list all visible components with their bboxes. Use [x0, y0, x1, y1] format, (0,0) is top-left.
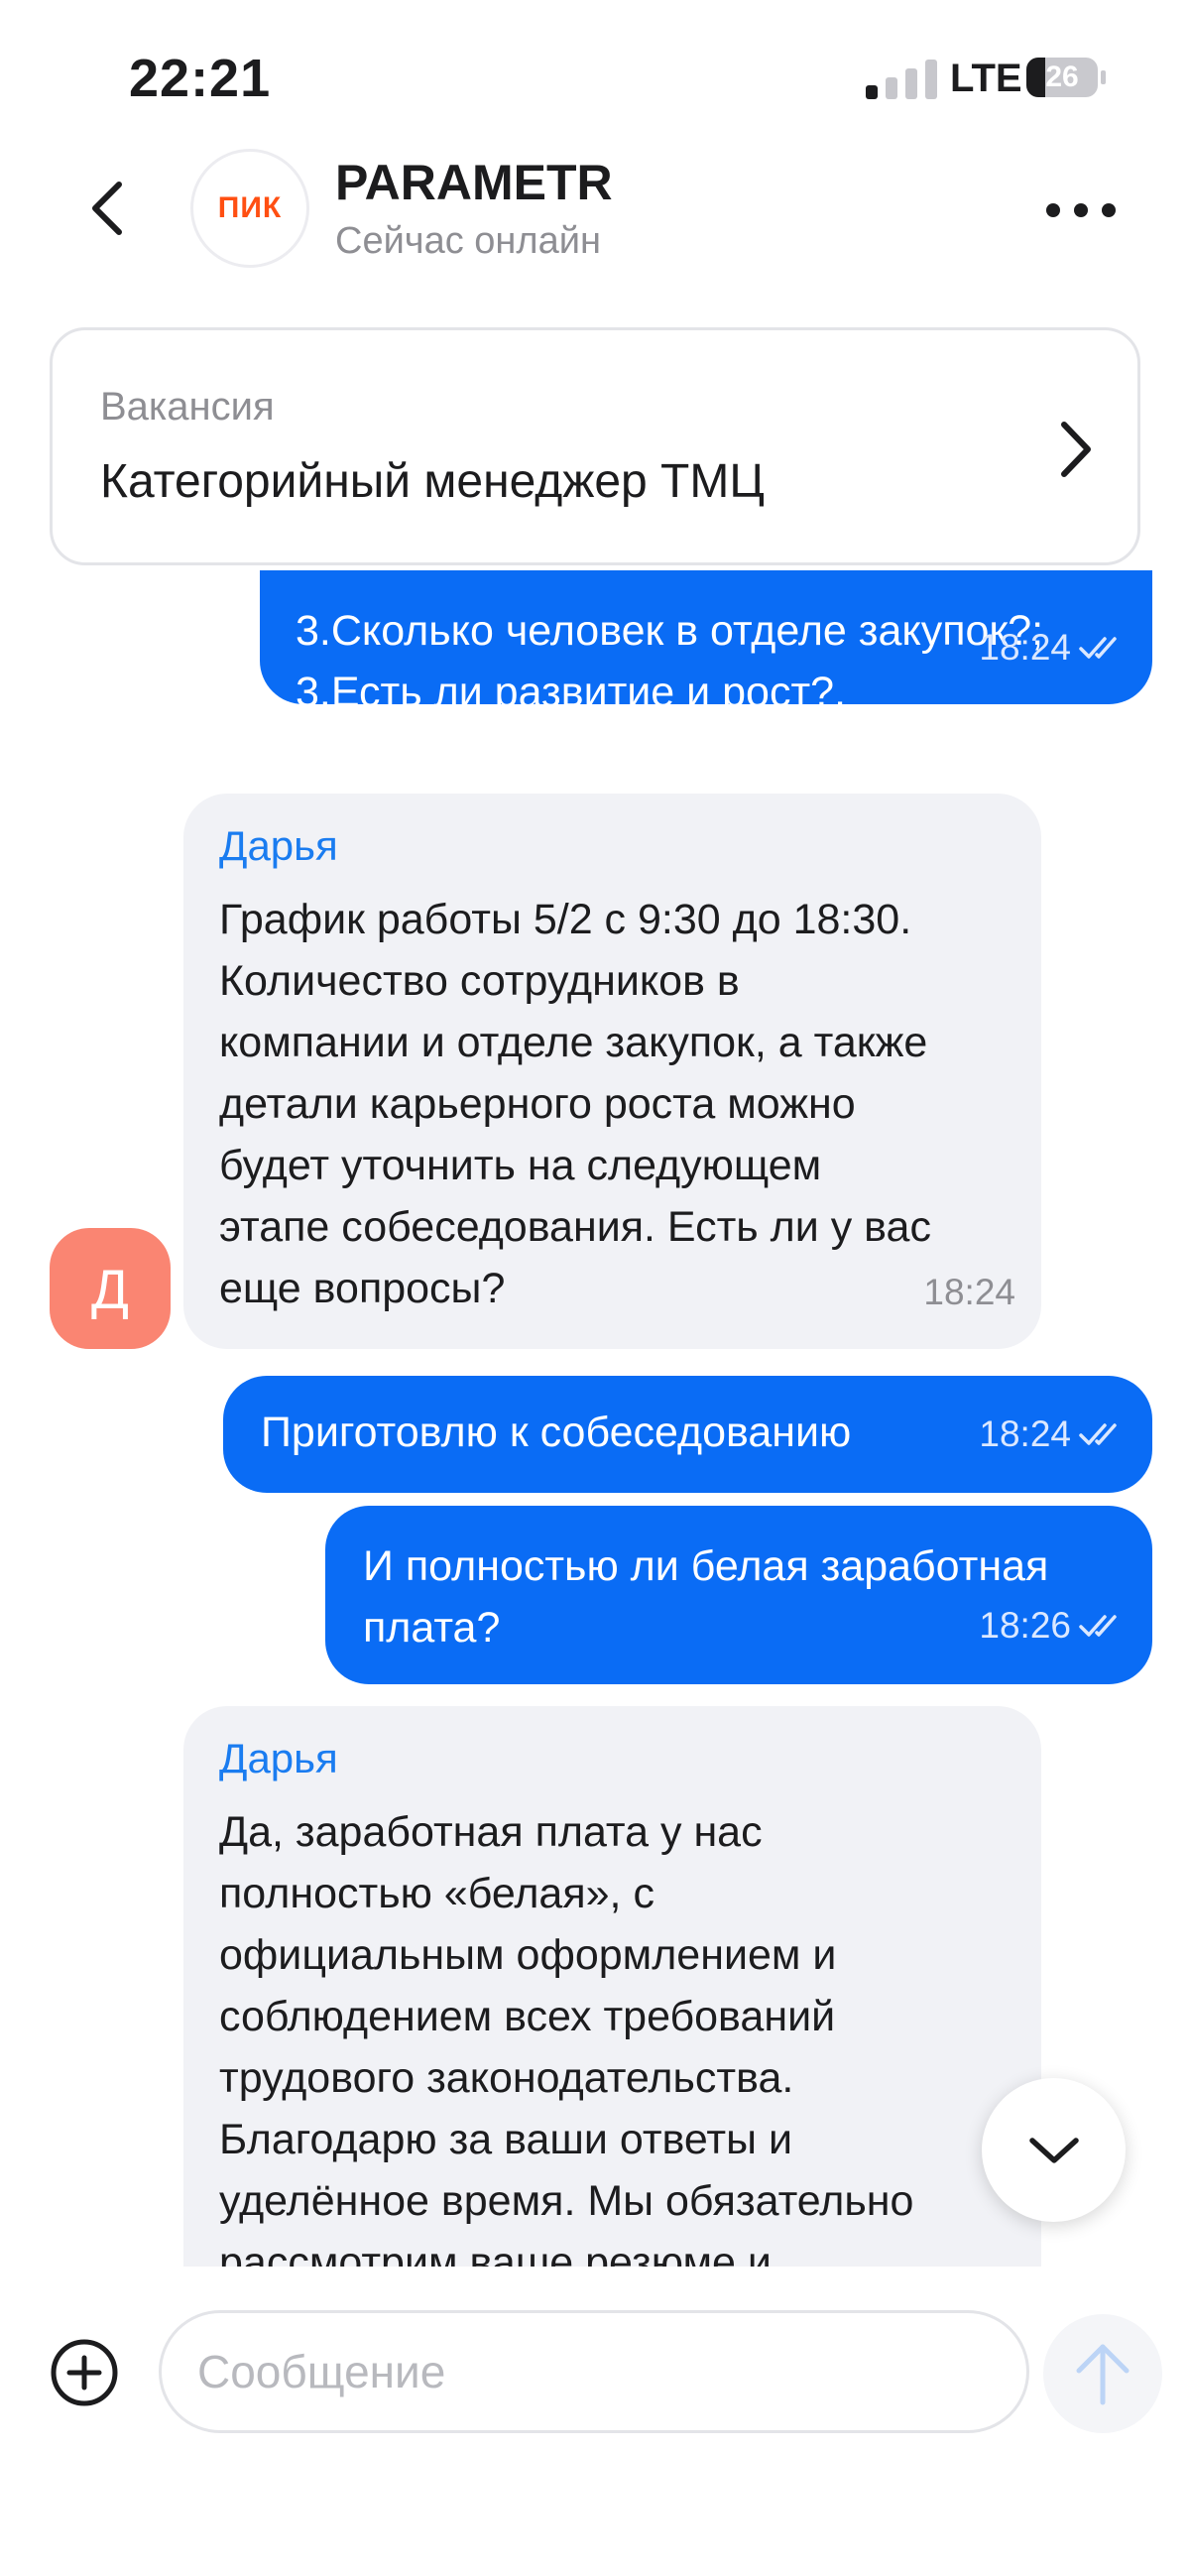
send-button[interactable] [1043, 2314, 1162, 2433]
message-outgoing[interactable]: 3.Сколько человек в отделе закупок?; 3.Е… [260, 570, 1152, 716]
vacancy-label: Вакансия [100, 385, 275, 429]
message-sender: Дарья [219, 1735, 338, 1781]
double-check-icon [1079, 1423, 1117, 1445]
scroll-down-button[interactable] [982, 2078, 1126, 2222]
company-avatar[interactable]: ПИК [190, 149, 309, 268]
message-list[interactable]: 3.Сколько человек в отделе закупок?; 3.Е… [0, 570, 1190, 2267]
message-incoming[interactable]: Дарья Да, заработная плата у нас полност… [183, 1706, 1041, 2267]
plus-circle-icon [51, 2339, 118, 2406]
message-incoming[interactable]: Дарья График работы 5/2 с 9:30 до 18:30.… [183, 794, 1041, 1349]
message-time: 18:24 [979, 627, 1071, 668]
status-time: 22:21 [129, 49, 272, 108]
status-bar: 22:21 LTE 26 [0, 0, 1190, 149]
vacancy-title: Категорийный менеджер ТМЦ [100, 455, 765, 508]
message-sender: Дарья [219, 822, 338, 869]
chevron-left-icon [92, 182, 122, 235]
arrow-up-icon [1076, 2344, 1130, 2405]
company-logo-text: ПИК [217, 191, 283, 224]
message-outgoing[interactable]: Приготовлю к собеседованию 18:24 [223, 1376, 1152, 1493]
sender-avatar[interactable]: Д [50, 1228, 171, 1349]
signal-icon [866, 60, 937, 99]
network-type: LTE [950, 57, 1022, 100]
composer-bar [0, 2267, 1190, 2576]
vacancy-card[interactable]: Вакансия Категорийный менеджер ТМЦ [50, 327, 1140, 565]
back-button[interactable] [79, 179, 139, 238]
message-text: График работы 5/2 с 9:30 до 18:30. Колич… [219, 896, 931, 1312]
battery-percent: 26 [1045, 61, 1079, 93]
more-button[interactable] [1046, 198, 1116, 222]
message-outgoing[interactable]: И полностью ли белая заработная плата? 1… [325, 1506, 1152, 1684]
message-text: Да, заработная плата у нас полностью «бе… [219, 1808, 914, 2267]
message-input[interactable] [159, 2310, 1029, 2433]
attach-button[interactable] [50, 2338, 119, 2407]
chevron-right-icon [1061, 422, 1091, 477]
more-dots-icon [1046, 203, 1060, 217]
double-check-icon [1079, 637, 1117, 659]
battery-icon: 26 [1026, 58, 1106, 97]
message-time: 18:26 [979, 1605, 1071, 1646]
chevron-down-icon [1028, 2137, 1079, 2163]
message-time: 18:24 [923, 1272, 1015, 1312]
chat-title[interactable]: PARAMETR [335, 154, 613, 211]
double-check-icon [1079, 1615, 1117, 1637]
message-time: 18:24 [979, 1413, 1071, 1454]
chat-online-status: Сейчас онлайн [335, 220, 601, 262]
